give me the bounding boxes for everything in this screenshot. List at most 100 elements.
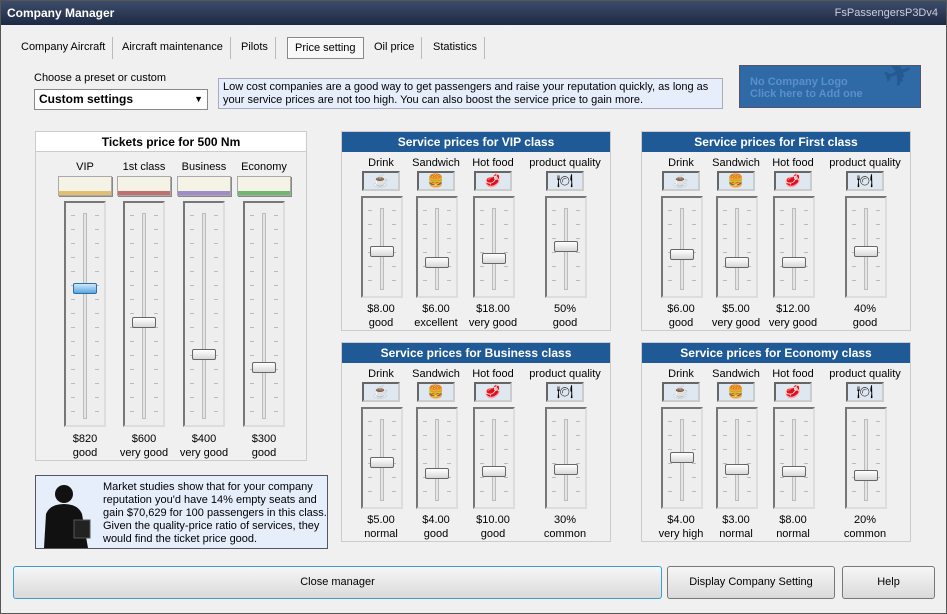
slider-tick (552, 280, 556, 281)
slider-tick (447, 280, 451, 281)
service-slider[interactable] (773, 196, 815, 298)
service-slider[interactable] (716, 196, 758, 298)
service-slider[interactable] (845, 196, 887, 298)
slider-thumb[interactable] (252, 362, 276, 374)
service-slider[interactable] (545, 196, 587, 298)
service-slider[interactable] (361, 407, 403, 509)
slider-thumb[interactable] (482, 253, 506, 265)
slider-tick (576, 210, 580, 211)
slider-tick (130, 299, 134, 300)
service-slider[interactable] (361, 196, 403, 298)
slider-tick (190, 383, 194, 384)
ticket-price: $300 (251, 433, 277, 445)
slider-tick (250, 341, 254, 342)
ticket-price-slider[interactable] (243, 201, 285, 427)
service-slider[interactable] (473, 407, 515, 509)
slider-tick (95, 397, 99, 398)
tab-statistics[interactable]: Statistics (426, 37, 486, 59)
slider-tick (668, 210, 672, 211)
slider-tick (576, 435, 580, 436)
panel-title: Service prices for Business class (342, 343, 610, 363)
service-slider[interactable] (473, 196, 515, 298)
slider-tick (71, 215, 75, 216)
ticket-price-slider[interactable] (123, 201, 165, 427)
slider-tick (130, 341, 134, 342)
slider-track (864, 419, 868, 501)
slider-tick (447, 491, 451, 492)
service-slider[interactable] (661, 407, 703, 509)
slider-tick (214, 229, 218, 230)
slider-tick (154, 397, 158, 398)
slider-thumb[interactable] (425, 256, 449, 268)
slider-tick (747, 435, 751, 436)
slider-thumb[interactable] (482, 465, 506, 477)
tab-aircraft-maintenance[interactable]: Aircraft maintenance (115, 37, 231, 59)
slider-thumb[interactable] (192, 348, 216, 360)
slider-thumb[interactable] (132, 316, 156, 328)
slider-tick (95, 369, 99, 370)
slider-thumb[interactable] (554, 240, 578, 252)
slider-tick (576, 449, 580, 450)
slider-thumb[interactable] (782, 256, 806, 268)
slider-tick (154, 341, 158, 342)
tab-price-setting[interactable]: Price setting (287, 37, 364, 59)
slider-thumb[interactable] (854, 470, 878, 482)
close-manager-button[interactable]: Close manager (13, 566, 662, 599)
slider-tick (552, 435, 556, 436)
slider-tick (95, 411, 99, 412)
slider-tick (214, 313, 218, 314)
slider-tick (480, 491, 484, 492)
service-slider[interactable] (773, 407, 815, 509)
slider-tick (392, 210, 396, 211)
ticket-price-slider[interactable] (64, 201, 106, 427)
slider-tick (95, 313, 99, 314)
slider-tick (154, 313, 158, 314)
slider-tick (780, 421, 784, 422)
slider-thumb[interactable] (725, 256, 749, 268)
slider-tick (504, 280, 508, 281)
slider-tick (95, 243, 99, 244)
slider-tick (692, 280, 696, 281)
display-company-setting-button[interactable]: Display Company Setting (667, 566, 835, 599)
service-slider[interactable] (661, 196, 703, 298)
slider-tick (274, 327, 278, 328)
slider-tick (747, 491, 751, 492)
slider-thumb[interactable] (670, 248, 694, 260)
slider-thumb[interactable] (554, 464, 578, 476)
slider-tick (504, 210, 508, 211)
ticket-price-slider[interactable] (183, 201, 225, 427)
slider-thumb[interactable] (782, 465, 806, 477)
tab-company-aircraft[interactable]: Company Aircraft (14, 37, 114, 59)
service-slider[interactable] (416, 196, 458, 298)
slider-tick (852, 266, 856, 267)
service-slider[interactable] (545, 407, 587, 509)
ticket-icon (177, 176, 231, 196)
slider-thumb[interactable] (854, 246, 878, 258)
slider-tick (804, 477, 808, 478)
slider-thumb[interactable] (370, 246, 394, 258)
slider-thumb[interactable] (370, 456, 394, 468)
slider-thumb[interactable] (73, 283, 97, 295)
slider-tick (804, 491, 808, 492)
company-logo-button[interactable]: No Company Logo Click here to Add one ✈ (739, 65, 921, 108)
service-slider[interactable] (416, 407, 458, 509)
tab-oil-price[interactable]: Oil price (367, 37, 423, 59)
slider-tick (368, 280, 372, 281)
slider-tick (576, 280, 580, 281)
slider-thumb[interactable] (670, 451, 694, 463)
slider-tick (480, 421, 484, 422)
preset-dropdown[interactable]: Custom settings ▼ (34, 89, 208, 110)
slider-thumb[interactable] (425, 467, 449, 479)
slider-tick (423, 491, 427, 492)
business-service-panel: Service prices for Business class Drink ☕ $… (341, 342, 611, 542)
service-rating: good (852, 317, 878, 329)
service-value: 40% (853, 303, 877, 315)
slider-thumb[interactable] (725, 464, 749, 476)
service-rating: good (552, 317, 578, 329)
slider-tick (692, 238, 696, 239)
service-slider[interactable] (845, 407, 887, 509)
tab-pilots[interactable]: Pilots (234, 37, 276, 59)
column-header: product quality (829, 368, 901, 380)
help-button[interactable]: Help (842, 566, 935, 599)
service-slider[interactable] (716, 407, 758, 509)
